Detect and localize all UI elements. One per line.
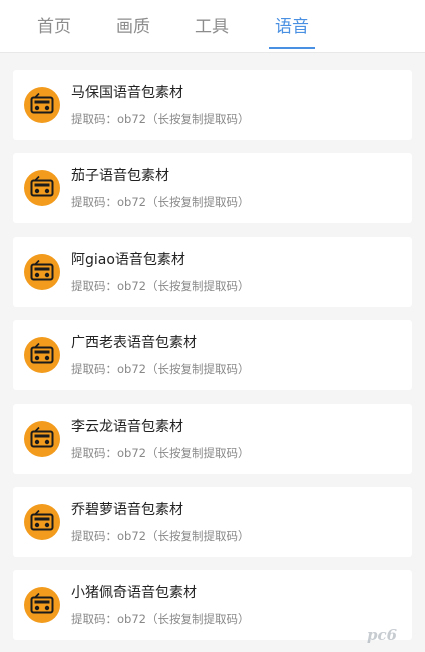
radio-icon [24,504,60,540]
radio-icon [24,421,60,457]
tab-home[interactable]: 首页 [37,16,71,38]
item-extract-code[interactable]: 提取码：ob72（长按复制提取码） [71,111,249,127]
item-extract-code[interactable]: 提取码：ob72（长按复制提取码） [71,611,249,627]
list-item[interactable]: 李云龙语音包素材 提取码：ob72（长按复制提取码） [13,404,412,474]
radio-icon [24,87,60,123]
tab-voice[interactable]: 语音 [275,16,309,38]
radio-icon [24,337,60,373]
item-extract-code[interactable]: 提取码：ob72（长按复制提取码） [71,361,249,377]
item-extract-code[interactable]: 提取码：ob72（长按复制提取码） [71,194,249,210]
list-item[interactable]: 小猪佩奇语音包素材 提取码：ob72（长按复制提取码） [13,570,412,640]
list-item[interactable]: 广西老表语音包素材 提取码：ob72（长按复制提取码） [13,320,412,390]
list-item[interactable]: 乔碧萝语音包素材 提取码：ob72（长按复制提取码） [13,487,412,557]
radio-icon [24,170,60,206]
item-title: 李云龙语音包素材 [71,419,183,435]
list-item[interactable]: 阿giao语音包素材 提取码：ob72（长按复制提取码） [13,237,412,307]
tab-active-indicator [269,47,315,49]
item-title: 乔碧萝语音包素材 [71,502,183,518]
list-item[interactable]: 茄子语音包素材 提取码：ob72（长按复制提取码） [13,153,412,223]
item-extract-code[interactable]: 提取码：ob72（长按复制提取码） [71,445,249,461]
item-extract-code[interactable]: 提取码：ob72（长按复制提取码） [71,528,249,544]
tab-quality[interactable]: 画质 [116,16,150,38]
list-item[interactable]: 马保国语音包素材 提取码：ob72（长按复制提取码） [13,70,412,140]
radio-icon [24,587,60,623]
watermark-text: pc6 [367,626,398,644]
item-title: 阿giao语音包素材 [71,252,185,268]
item-title: 茄子语音包素材 [71,168,169,184]
radio-icon [24,254,60,290]
item-title: 广西老表语音包素材 [71,335,197,351]
tab-bar: 首页 画质 工具 语音 [0,0,425,53]
item-extract-code[interactable]: 提取码：ob72（长按复制提取码） [71,278,249,294]
tab-tools[interactable]: 工具 [195,16,229,38]
watermark-logo: pc6 [367,626,419,650]
item-title: 马保国语音包素材 [71,85,183,101]
item-title: 小猪佩奇语音包素材 [71,585,197,601]
